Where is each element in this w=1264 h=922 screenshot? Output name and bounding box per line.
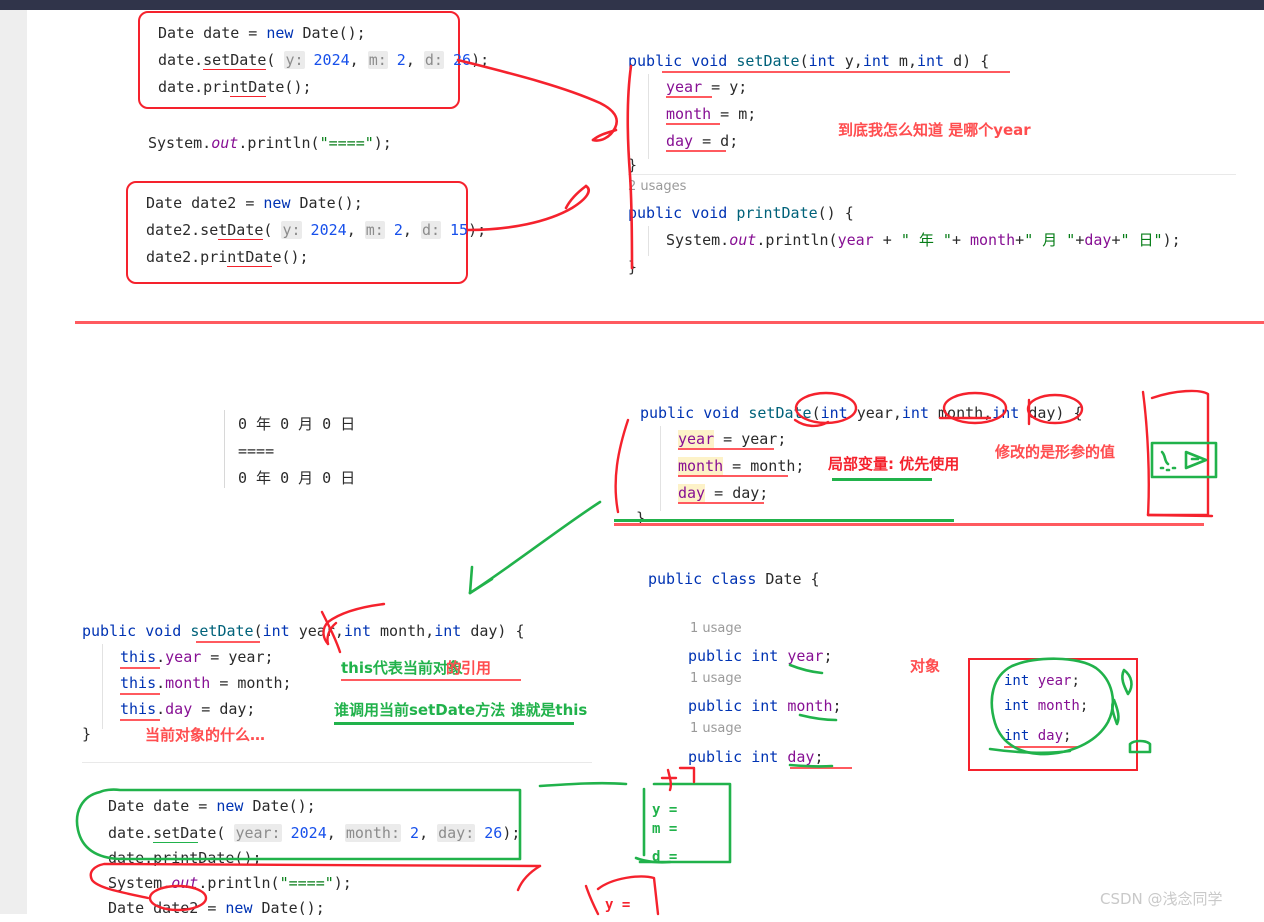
underline-this-1 <box>120 667 160 669</box>
underline-day <box>666 150 726 152</box>
annotation-modify-param: 修改的是形参的值 <box>995 443 1116 461</box>
code-main-line-5: Date date2 = new Date(); <box>108 899 325 917</box>
underline-this-2 <box>120 693 160 695</box>
underline-setdate-signature <box>662 71 1010 73</box>
code-printdate-signature: public void printDate() { <box>628 204 854 222</box>
code-printdate-body: System.out.println(year + " 年 "+ month+"… <box>666 231 1181 249</box>
left-gutter-strip <box>0 10 27 914</box>
annotation-object: 对象 <box>910 657 941 675</box>
underline-shadow-year <box>678 448 774 450</box>
underline-object-box-day <box>1004 746 1078 748</box>
underline-this-ref <box>341 679 521 681</box>
console-output-line-2: ==== <box>238 442 275 460</box>
console-output-line-1: 0 年 0 月 0 日 <box>238 415 356 433</box>
sketch-var-m: m = <box>652 821 678 837</box>
code-field-year: public int year; <box>688 647 833 665</box>
section-divider-line <box>75 321 1264 324</box>
console-left-rule <box>224 410 225 488</box>
greenline-under-shadow-close <box>614 519 954 522</box>
underline-this-3 <box>120 719 160 721</box>
code-gutter-setdate <box>648 74 649 159</box>
annotation-who-calls: 谁调用当前setDate方法 谁就是this <box>334 701 588 719</box>
code-field-month: public int month; <box>688 697 842 715</box>
underline-month <box>666 123 720 125</box>
code-main-line-2: date.setDate( year: 2024, month: 2, day:… <box>108 824 521 843</box>
divider-after-setdate-this <box>82 762 592 763</box>
console-output-line-3: 0 年 0 月 0 日 <box>238 469 356 487</box>
usage-count-year: 1 usage <box>690 621 742 636</box>
redline-under-shadow-block <box>614 523 1204 526</box>
code-date2-line1: Date date2 = new Date(); <box>146 194 363 212</box>
code-main-line-1: Date date = new Date(); <box>108 797 316 815</box>
annotation-this-ref-b: 的引用 <box>446 659 492 677</box>
object-box-field-1: int year; <box>1004 673 1080 689</box>
object-box-field-2: int month; <box>1004 698 1089 714</box>
code-date1-line1: Date date = new Date(); <box>158 24 366 42</box>
watermark-csdn: CSDN @浅念同学 <box>1100 890 1223 908</box>
code-gutter-setdate-shadow <box>660 426 661 511</box>
greenline-under-local-var <box>832 478 932 481</box>
underline-shadow-month <box>678 475 788 477</box>
sketch-var-d: d = <box>652 849 678 865</box>
code-date1-line3: date.printDate(); <box>158 78 312 97</box>
underline-field-day <box>790 767 852 769</box>
underline-shadow-day <box>678 502 764 504</box>
code-printdate-close: } <box>628 258 638 276</box>
code-date1-line2: date.setDate( y: 2024, m: 2, d: 26); <box>158 51 490 70</box>
annotation-this-ref-a: this代表当前对象 <box>341 659 463 677</box>
underline-setdate-this-name <box>196 641 260 643</box>
usage-count-day: 1 usage <box>690 721 742 736</box>
annotation-which-year: 到底我怎么知道 是哪个year <box>838 121 1031 139</box>
code-setdate-this-close: } <box>82 725 92 743</box>
code-setdate-this-signature: public void setDate(int year,int month,i… <box>82 622 525 640</box>
annotation-local-var: 局部变量: 优先使用 <box>828 455 960 473</box>
code-dateclass-signature: public class Date { <box>648 570 820 588</box>
divider-after-setdate <box>628 174 1236 175</box>
usage-count-printdate: 2 usages <box>628 179 687 194</box>
annotation-current-obj: 当前对象的什么… <box>145 726 266 744</box>
underline-who-calls <box>334 722 574 725</box>
usage-count-month: 1 usage <box>690 671 742 686</box>
window-top-bar <box>0 0 1264 10</box>
code-date2-line3: date2.printDate(); <box>146 248 309 267</box>
code-gutter-printdate <box>648 226 649 256</box>
code-date2-line2: date2.setDate( y: 2024, m: 2, d: 15); <box>146 221 487 240</box>
underline-year <box>666 96 712 98</box>
code-main-line-4: System.out.println("===="); <box>108 874 352 892</box>
code-setdate-shadow-signature: public void setDate(int year,int month,i… <box>640 404 1083 422</box>
sketch-y-equals: y = <box>605 897 631 913</box>
code-main-line-3: date.printDate(); <box>108 849 262 867</box>
code-gutter-setdate-this <box>102 644 103 729</box>
code-println-divider: System.out.println("===="); <box>148 134 392 152</box>
